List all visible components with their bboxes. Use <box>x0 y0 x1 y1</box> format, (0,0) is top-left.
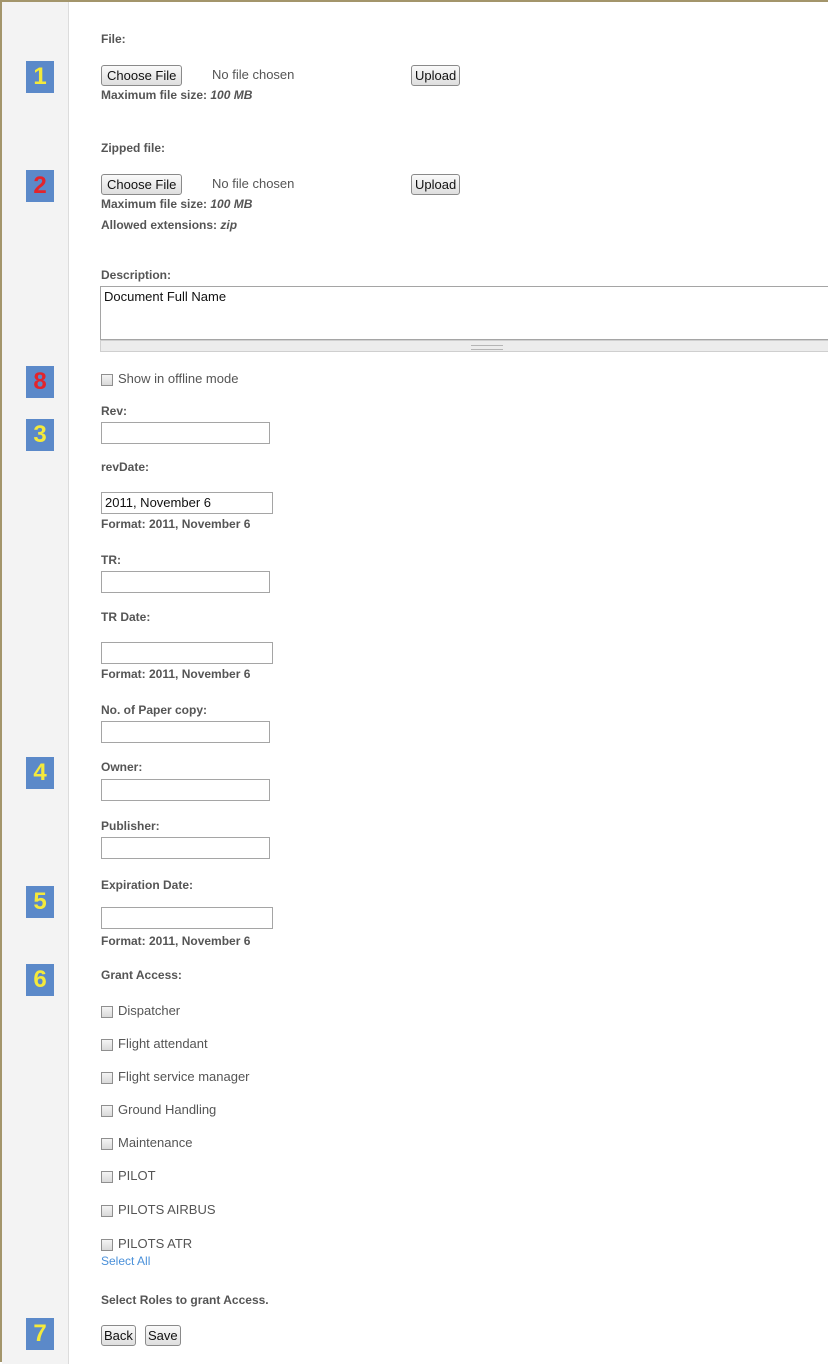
rev-date-input[interactable]: 2011, November 6 <box>101 492 273 514</box>
role-checkbox-pilot[interactable] <box>101 1171 113 1183</box>
offline-mode-label: Show in offline mode <box>118 371 239 386</box>
role-label-ground-handling: Ground Handling <box>118 1102 217 1117</box>
rev-label: Rev: <box>101 404 128 418</box>
rev-date-label: revDate: <box>101 460 150 474</box>
role-checkbox-flight-attendant[interactable] <box>101 1039 113 1051</box>
step-badge-2: 2 <box>26 170 54 202</box>
step-badge-5: 5 <box>26 886 54 918</box>
publisher-label: Publisher: <box>101 819 160 833</box>
step-badge-7: 7 <box>26 1318 54 1350</box>
textarea-resize-handle[interactable] <box>100 340 828 352</box>
upload-button[interactable]: Upload <box>411 65 461 86</box>
owner-label: Owner: <box>101 760 143 774</box>
expiration-format: Format: 2011, November 6 <box>101 934 251 948</box>
choose-zipped-file-button[interactable]: Choose File <box>101 174 183 195</box>
paper-copy-input[interactable] <box>101 721 270 743</box>
expiration-label: Expiration Date: <box>101 878 194 892</box>
allowed-extensions-prefix: Allowed extensions: <box>101 218 218 232</box>
file-status: No file chosen <box>212 67 295 82</box>
grant-access-label: Grant Access: <box>101 968 182 982</box>
owner-input[interactable] <box>101 779 270 801</box>
file-max-size-value: 100 MB <box>210 88 253 102</box>
zipped-file-label: Zipped file: <box>101 141 165 155</box>
zipped-file-status: No file chosen <box>212 176 295 191</box>
zipped-max-size-prefix: Maximum file size: <box>101 197 208 211</box>
zipped-upload-button[interactable]: Upload <box>411 174 461 195</box>
select-all-link[interactable]: Select All <box>101 1254 150 1268</box>
tr-input[interactable] <box>101 571 270 593</box>
role-label-dispatcher: Dispatcher <box>118 1003 181 1018</box>
role-label-flight-service-manager: Flight service manager <box>118 1069 250 1084</box>
save-button[interactable]: Save <box>145 1325 181 1346</box>
allowed-extensions-value: zip <box>220 218 238 232</box>
tr-date-format: Format: 2011, November 6 <box>101 667 251 681</box>
role-checkbox-pilots-atr[interactable] <box>101 1239 113 1251</box>
choose-file-button[interactable]: Choose File <box>101 65 183 86</box>
step-badge-3: 3 <box>26 419 54 451</box>
role-label-pilots-atr: PILOTS ATR <box>118 1236 193 1251</box>
allowed-extensions: Allowed extensions: zip <box>101 218 237 232</box>
zipped-max-size: Maximum file size: 100 MB <box>101 197 252 211</box>
tr-label: TR: <box>101 553 121 567</box>
file-max-size-prefix: Maximum file size: <box>101 88 208 102</box>
step-badge-6: 6 <box>26 964 54 996</box>
file-max-size: Maximum file size: 100 MB <box>101 88 252 102</box>
description-label: Description: <box>101 268 172 282</box>
back-button[interactable]: Back <box>101 1325 136 1346</box>
expiration-input[interactable] <box>101 907 273 929</box>
role-checkbox-ground-handling[interactable] <box>101 1105 113 1117</box>
zipped-max-size-value: 100 MB <box>210 197 253 211</box>
tr-date-label: TR Date: <box>101 610 151 624</box>
rev-date-format: Format: 2011, November 6 <box>101 517 251 531</box>
publisher-input[interactable] <box>101 837 270 859</box>
left-gutter <box>2 2 69 1364</box>
step-badge-8: 8 <box>26 366 54 398</box>
role-checkbox-flight-service-manager[interactable] <box>101 1072 113 1084</box>
tr-date-input[interactable] <box>101 642 273 664</box>
step-badge-1: 1 <box>26 61 54 93</box>
role-label-maintenance: Maintenance <box>118 1135 193 1150</box>
step-badge-4: 4 <box>26 757 54 789</box>
grant-access-hint: Select Roles to grant Access. <box>101 1293 269 1307</box>
description-textarea[interactable]: Document Full Name <box>100 286 828 340</box>
role-label-pilots-airbus: PILOTS AIRBUS <box>118 1202 216 1217</box>
role-checkbox-pilots-airbus[interactable] <box>101 1205 113 1217</box>
role-checkbox-dispatcher[interactable] <box>101 1006 113 1018</box>
offline-mode-checkbox[interactable] <box>101 374 113 386</box>
paper-copy-label: No. of Paper copy: <box>101 703 208 717</box>
role-label-flight-attendant: Flight attendant <box>118 1036 208 1051</box>
rev-input[interactable] <box>101 422 270 444</box>
role-label-pilot: PILOT <box>118 1168 156 1183</box>
role-checkbox-maintenance[interactable] <box>101 1138 113 1150</box>
file-label: File: <box>101 32 126 46</box>
